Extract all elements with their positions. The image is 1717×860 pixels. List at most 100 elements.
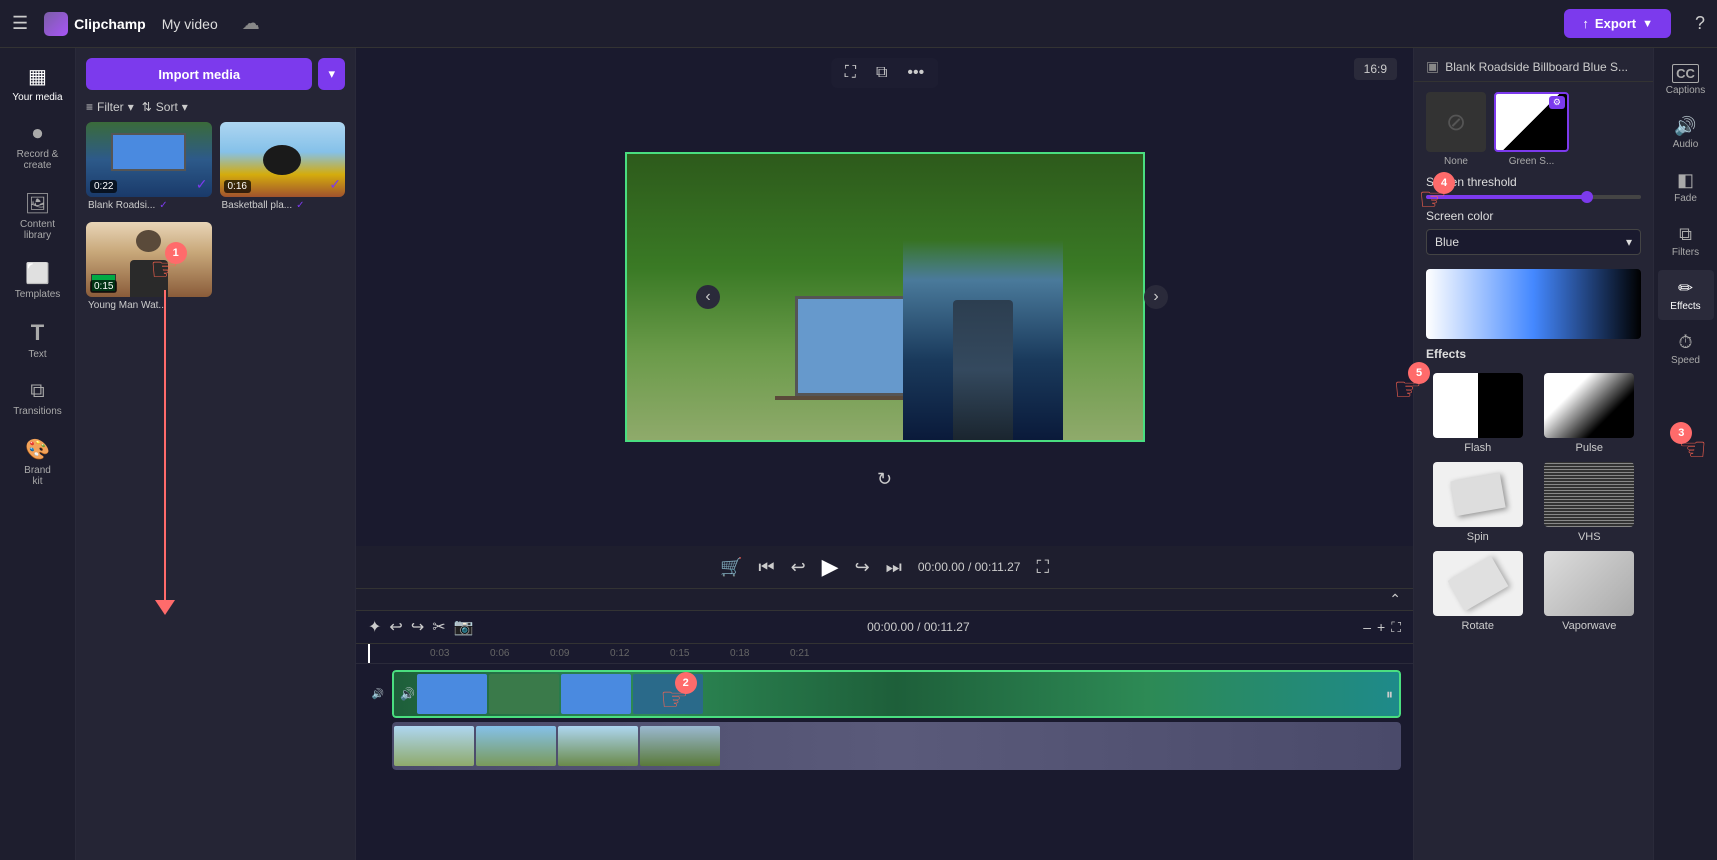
zoom-out-button[interactable]: –: [1363, 619, 1371, 635]
expand-timeline-icon[interactable]: ⌃: [1389, 591, 1401, 608]
sort-button[interactable]: ⇅ Sort ▾: [142, 100, 188, 114]
add-track-button[interactable]: ✦: [368, 617, 381, 637]
duration-badge: 0:22: [90, 180, 117, 193]
content-library-icon: 🖼: [25, 191, 50, 216]
spin-label: Spin: [1467, 531, 1489, 543]
preview-prev-button[interactable]: ‹: [696, 285, 720, 309]
sidebar-item-brand[interactable]: 🎨 Brandkit: [4, 429, 72, 495]
media-item-young-man[interactable]: 0:15 Young Man Wat...: [86, 222, 212, 314]
track-volume-icon: 🔊: [372, 689, 384, 700]
video-clip-1[interactable]: 🔊 ⏸: [392, 670, 1401, 718]
chroma-section: ⊘ None ⚙ Green S... Screen threshold Scr…: [1414, 82, 1653, 265]
track-handle-video[interactable]: 🔊: [368, 689, 388, 700]
import-dropdown-button[interactable]: ▾: [318, 58, 345, 90]
import-media-button[interactable]: Import media: [86, 58, 312, 90]
chroma-none-option[interactable]: ⊘ None: [1426, 92, 1486, 167]
sidebar-item-content-library[interactable]: 🖼 Contentlibrary: [4, 183, 72, 249]
far-nav-audio[interactable]: 🔊 Audio: [1658, 108, 1714, 158]
zoom-fit-button[interactable]: ⛶: [1391, 619, 1401, 636]
aspect-ratio-badge: 16:9: [1354, 58, 1397, 80]
main-area: ▦ Your media ⏺ Record &create 🖼 Contentl…: [0, 48, 1717, 860]
fullscreen-button[interactable]: ⛶: [1036, 557, 1049, 578]
ruler-marks: 0:03 0:06 0:09 0:12 0:15 0:18 0:21: [368, 648, 1401, 659]
media-item-blank-roadside[interactable]: 0:22 ✓ Blank Roadsi... ✓: [86, 122, 212, 214]
effect-item-rotate[interactable]: Rotate: [1426, 551, 1530, 632]
refresh-button[interactable]: ↻: [877, 469, 892, 490]
pause-icon: ⏸: [1386, 686, 1393, 703]
sidebar-item-transitions[interactable]: ⧉ Transitions: [4, 372, 72, 425]
undo-button[interactable]: ↩: [389, 617, 402, 637]
effect-item-vaporwave[interactable]: Vaporwave: [1538, 551, 1642, 632]
player-overlay: [903, 240, 1063, 440]
screen-color-dropdown[interactable]: Blue ▾: [1426, 229, 1641, 255]
filter-button[interactable]: ≡ Filter ▾: [86, 100, 134, 114]
hamburger-menu[interactable]: ☰: [12, 13, 28, 34]
sidebar-item-record-create[interactable]: ⏺ Record &create: [4, 115, 72, 179]
record-icon: ⏺: [33, 123, 43, 146]
your-media-label: Your media: [12, 92, 62, 103]
effect-item-spin[interactable]: Spin: [1426, 462, 1530, 543]
timeline-track-video: 🔊 🔊 ⏸: [368, 670, 1401, 718]
far-nav-fade[interactable]: ◧ Fade: [1658, 162, 1714, 212]
zoom-in-button[interactable]: +: [1377, 619, 1385, 635]
skip-back-button[interactable]: ↩: [791, 557, 806, 578]
help-icon[interactable]: ?: [1695, 13, 1705, 34]
logo-icon: [44, 12, 68, 36]
far-nav-filters[interactable]: ⧉ Filters: [1658, 216, 1714, 266]
ruler-mark-3: 0:09: [548, 648, 608, 659]
more-options-button[interactable]: •••: [901, 62, 930, 84]
check-icon: ✓: [296, 200, 304, 211]
media-panel: Import media ▾ ≡ Filter ▾ ⇅ Sort ▾: [76, 48, 356, 860]
timeline-tracks: 🔊 🔊 ⏸: [356, 664, 1413, 860]
timeline-ruler: 0:03 0:06 0:09 0:12 0:15 0:18 0:21: [356, 644, 1413, 664]
transitions-icon: ⧉: [30, 380, 44, 403]
dropdown-arrow-icon: ▾: [1626, 235, 1632, 249]
chroma-green-label: Green S...: [1509, 156, 1555, 167]
fit-screen-button[interactable]: ⧉: [870, 62, 893, 84]
snapshot-button[interactable]: 📷: [454, 617, 474, 637]
effect-item-vhs[interactable]: VHS: [1538, 462, 1642, 543]
rewind-button[interactable]: ⏮: [758, 557, 774, 578]
chroma-none-preview: ⊘: [1426, 92, 1486, 152]
effect-item-flash[interactable]: Flash: [1426, 373, 1530, 454]
redo-button[interactable]: ↪: [411, 617, 424, 637]
video-clip-2[interactable]: [392, 722, 1401, 770]
spin-preview: [1433, 462, 1523, 527]
threshold-slider[interactable]: [1426, 195, 1641, 199]
rotate-preview: [1433, 551, 1523, 616]
flash-preview: [1433, 373, 1523, 438]
play-button[interactable]: ▶: [822, 554, 839, 580]
clip-thumb: [489, 674, 559, 714]
playback-controls: 🛒 ⏮ ↩ ▶ ↪ ⏭ 00:00.00 / 00:11.27 ⛶: [356, 546, 1413, 588]
far-nav-effects[interactable]: ✏ Effects: [1658, 270, 1714, 320]
filter-icon: ≡: [86, 100, 93, 114]
threshold-slider-thumb[interactable]: [1581, 191, 1593, 203]
export-button[interactable]: ↑ Export ▼: [1564, 9, 1671, 38]
clip-thumbnails: [415, 672, 1399, 716]
selected-check-icon: ✓: [196, 176, 208, 193]
sidebar-item-text[interactable]: T Text: [4, 312, 72, 368]
preview-next-button[interactable]: ›: [1144, 285, 1168, 309]
skip-forward-button[interactable]: ↪: [855, 557, 870, 578]
far-nav-speed[interactable]: ⏱ Speed: [1658, 324, 1714, 374]
captions-label: Captions: [1666, 85, 1705, 96]
vhs-label: VHS: [1578, 531, 1601, 543]
vaporwave-preview: [1544, 551, 1634, 616]
far-nav-captions[interactable]: CC Captions: [1658, 56, 1714, 104]
clip-thumb-2: [394, 726, 474, 766]
timeline-total-time: / 00:11.27: [917, 620, 970, 634]
video-title[interactable]: My video: [162, 16, 218, 32]
cut-button[interactable]: ✂: [432, 617, 445, 637]
playhead[interactable]: [368, 644, 370, 663]
sidebar-item-templates[interactable]: ⬜ Templates: [4, 253, 72, 308]
export-label: Export: [1595, 16, 1636, 31]
media-item-basketball[interactable]: 0:16 ✓ Basketball pla... ✓: [220, 122, 346, 214]
sidebar-item-your-media[interactable]: ▦ Your media: [4, 56, 72, 111]
sort-icon: ⇅: [142, 100, 152, 114]
cart-button[interactable]: 🛒: [720, 557, 742, 578]
color-picker-area[interactable]: [1426, 269, 1641, 339]
skip-end-button[interactable]: ⏭: [886, 557, 902, 578]
effect-item-pulse[interactable]: Pulse: [1538, 373, 1642, 454]
crop-tool-button[interactable]: ⛶: [839, 62, 862, 84]
chroma-green-option[interactable]: ⚙ Green S...: [1494, 92, 1569, 167]
